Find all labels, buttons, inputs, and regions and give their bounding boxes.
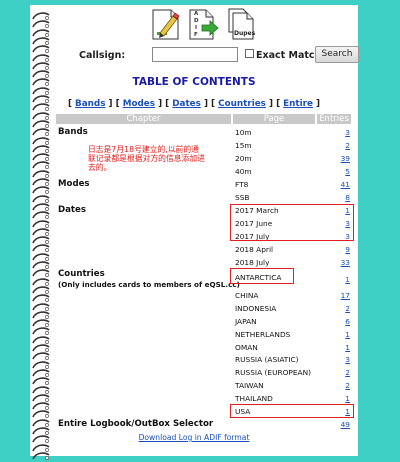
spiral-ring	[31, 447, 51, 460]
header-page: Page	[233, 114, 315, 124]
entries-link[interactable]: 2	[330, 381, 350, 390]
adif-letter: F	[194, 32, 198, 38]
toc-link-dates[interactable]: Dates	[172, 99, 201, 109]
highlight-box-dates	[230, 204, 354, 241]
exact-match-label: Exact Match	[256, 50, 322, 61]
page-item: 2018 April	[235, 245, 274, 254]
entries-link[interactable]: 5	[330, 167, 350, 176]
entries-link[interactable]: 1	[330, 343, 350, 352]
edit-pencil-icon[interactable]	[151, 8, 182, 41]
header-entries: Entries	[317, 114, 351, 124]
toc-link-bands[interactable]: Bands	[75, 99, 105, 109]
toolbar: A D I F Dupes	[151, 8, 261, 42]
entries-link[interactable]: 3	[330, 355, 350, 364]
header-chapter: Chapter	[56, 114, 231, 124]
entries-link[interactable]: 49	[330, 420, 350, 429]
adif-export-icon[interactable]	[188, 8, 219, 41]
section-bands: Bands	[58, 127, 88, 137]
page-item: 20m	[235, 154, 252, 163]
page-item: CHINA	[235, 291, 259, 300]
toc-title: TABLE OF CONTENTS	[132, 76, 256, 88]
section-modes: Modes	[58, 179, 90, 189]
entries-link[interactable]: 2	[330, 304, 350, 313]
page-item: INDONESIA	[235, 304, 277, 313]
page-item: TAIWAN	[235, 381, 264, 390]
adif-letter: A	[194, 11, 199, 17]
toc-link-entire[interactable]: Entire	[283, 99, 313, 109]
entries-link[interactable]: 2	[330, 368, 350, 377]
section-entire: Entire Logbook/OutBox Selector	[58, 419, 214, 429]
entries-link[interactable]: 9	[330, 245, 350, 254]
page-item: THAILAND	[235, 394, 273, 403]
toc-link-modes[interactable]: Modes	[123, 99, 155, 109]
entries-link[interactable]: 17	[330, 291, 350, 300]
page-item: 15m	[235, 141, 252, 150]
entries-link[interactable]: 1	[330, 275, 350, 284]
highlight-box-usa	[230, 404, 354, 418]
page-item: 2018 July	[235, 258, 270, 267]
callsign-input[interactable]	[152, 47, 238, 62]
adif-letter: I	[195, 25, 198, 31]
entries-link[interactable]: 2	[330, 141, 350, 150]
entries-link[interactable]: 6	[330, 317, 350, 326]
annotation-note: 日志是7月18号建立的,以前的通联记录都是根据对方的信息添加进去的。	[88, 145, 205, 172]
adif-letter: D	[194, 18, 199, 24]
spiral-binding	[30, 5, 52, 460]
page-item: OMAN	[235, 343, 258, 352]
page-item: RUSSIA (EUROPEAN)	[235, 368, 312, 377]
exact-match-checkbox[interactable]	[245, 49, 254, 58]
page-item: SSB	[235, 193, 250, 202]
page-item: FT8	[235, 180, 249, 189]
entries-link[interactable]: 33	[330, 258, 350, 267]
section-countries: Countries	[58, 269, 105, 279]
page-item: 40m	[235, 167, 252, 176]
entries-link[interactable]: 41	[330, 180, 350, 189]
entries-link[interactable]: 1	[330, 330, 350, 339]
page-item: NETHERLANDS	[235, 330, 291, 339]
search-button[interactable]: Search	[315, 46, 359, 63]
page-item: RUSSIA (ASIATIC)	[235, 355, 299, 364]
entries-link[interactable]: 1	[330, 394, 350, 403]
download-adif-link[interactable]: Download Log in ADIF format	[30, 433, 358, 442]
toc-nav: [ Bands ] [ Modes ] [ Dates ] [ Countrie…	[67, 99, 321, 109]
section-dates: Dates	[58, 205, 86, 215]
callsign-search-form: Callsign: Exact Match Search	[30, 46, 359, 66]
callsign-label: Callsign:	[79, 50, 126, 61]
page-item: JAPAN	[235, 317, 257, 326]
entries-link[interactable]: 8	[330, 193, 350, 202]
countries-note: (Only includes cards to members of eQSL.…	[58, 280, 240, 289]
entries-link[interactable]: 3	[330, 128, 350, 137]
entries-link[interactable]: 39	[330, 154, 350, 163]
page-item: 10m	[235, 128, 252, 137]
dupes-label: Dupes	[234, 30, 256, 37]
toc-link-countries[interactable]: Countries	[218, 99, 266, 109]
toc-header: Chapter Page Entries	[56, 114, 351, 124]
highlight-box-antarctica	[230, 268, 294, 284]
